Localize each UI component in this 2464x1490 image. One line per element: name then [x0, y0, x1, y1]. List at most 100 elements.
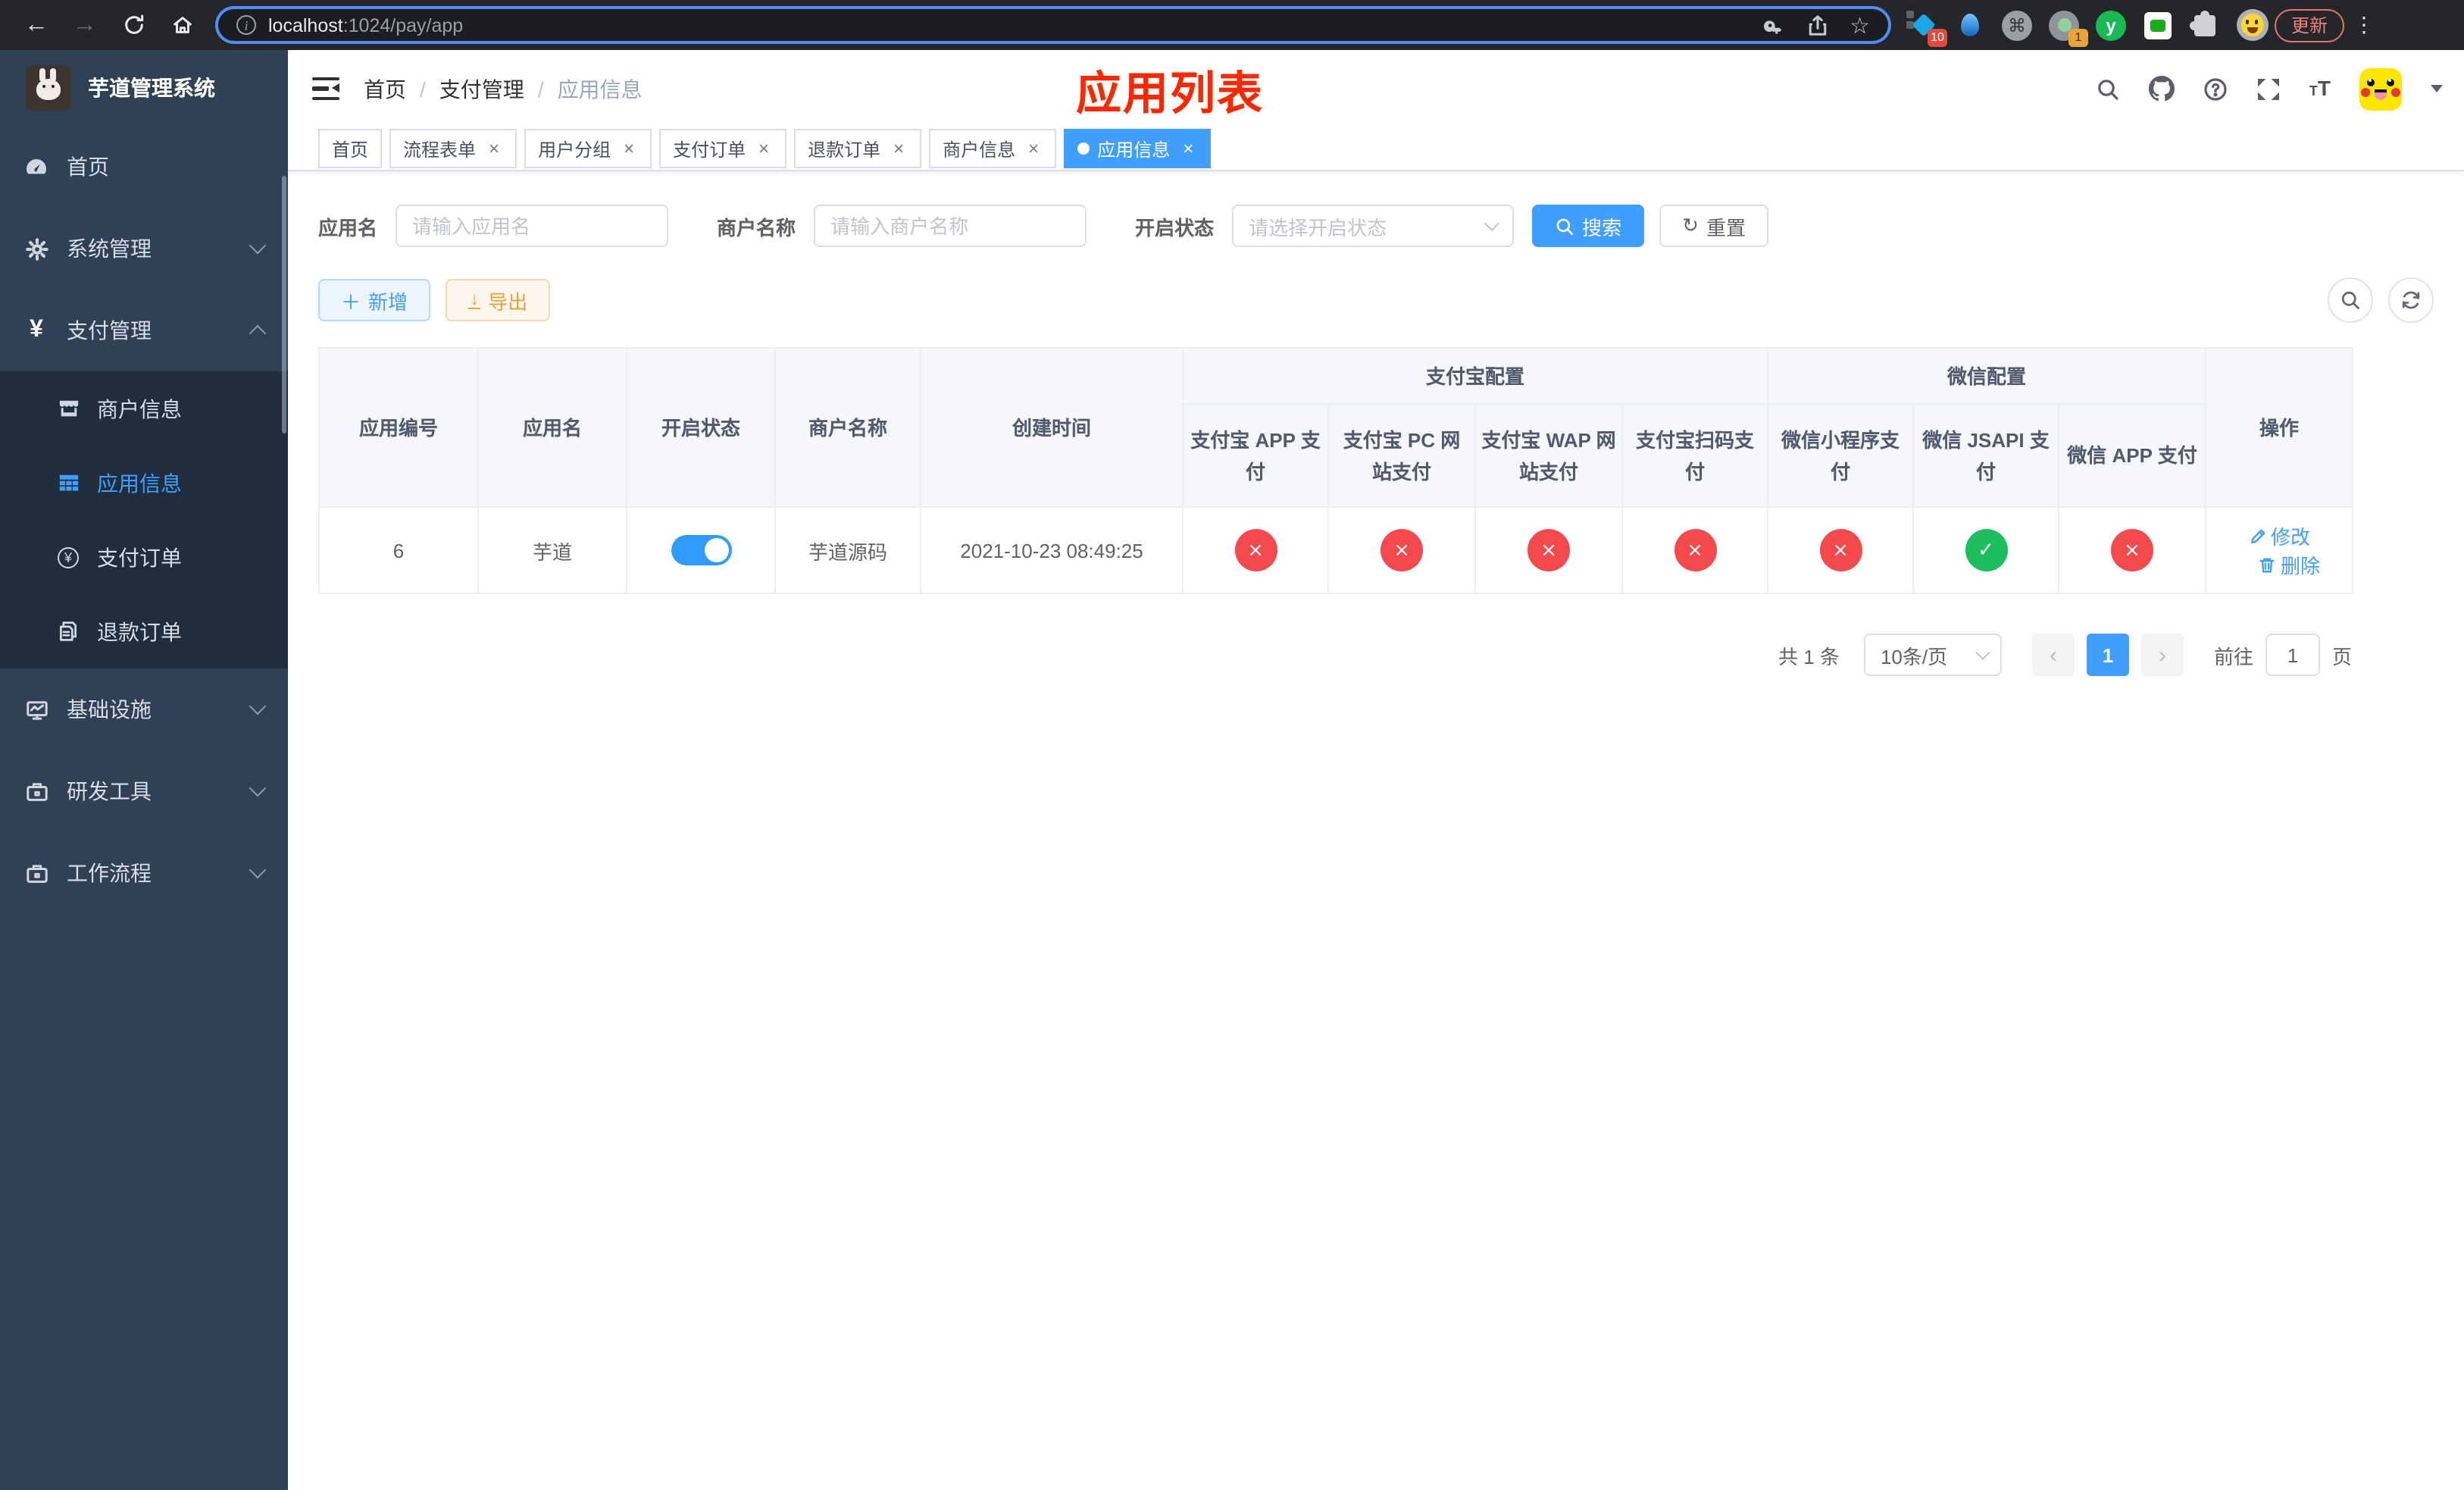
sidebar-item-pay-orders[interactable]: ¥ 支付订单 [0, 520, 288, 594]
fullscreen-icon[interactable] [2256, 77, 2281, 101]
main-area: 首页 / 支付管理 / 应用信息 应用列表 TT 首页 流程表单 × 用户分组 … [288, 50, 2464, 1490]
sidebar-item-workflow[interactable]: 工作流程 [0, 832, 288, 914]
tab-close-icon[interactable]: × [620, 138, 638, 159]
status-select[interactable]: 请选择开启状态 [1232, 205, 1515, 247]
page-number-button[interactable]: 1 [2086, 634, 2129, 676]
status-toggle[interactable] [671, 535, 731, 565]
search-button[interactable]: 搜索 [1532, 205, 1645, 247]
tab-home[interactable]: 首页 [318, 129, 383, 168]
font-size-icon[interactable]: TT [2309, 75, 2331, 102]
edit-link[interactable]: 修改 [2248, 521, 2310, 550]
chevron-down-icon [249, 779, 267, 797]
toggle-search-button[interactable] [2328, 277, 2373, 323]
extension-y-icon[interactable]: y [2094, 8, 2128, 42]
sidebar-item-system[interactable]: 系统管理 [0, 208, 288, 290]
tab-app-info[interactable]: 应用信息 × [1064, 129, 1212, 168]
page-size-select[interactable]: 10条/页 [1863, 634, 2002, 676]
browser-home-button[interactable] [162, 5, 202, 45]
sidebar-scrollbar[interactable] [282, 176, 286, 434]
delete-link[interactable]: 删除 [2258, 550, 2320, 579]
status-cross-icon: × [1819, 529, 1862, 571]
goto-page-input[interactable] [2265, 634, 2320, 676]
tab-close-icon[interactable]: × [755, 138, 773, 159]
password-key-icon[interactable] [1760, 13, 1784, 37]
extension-command-icon[interactable]: ⌘ [2000, 8, 2034, 42]
user-avatar[interactable] [2359, 67, 2402, 110]
export-button[interactable]: ↓ 导出 [446, 279, 551, 321]
col-header-wechat-app: 微信 APP 支付 [2058, 403, 2207, 508]
sidebar-item-home[interactable]: 首页 [0, 126, 288, 208]
status-select-placeholder: 请选择开启状态 [1249, 216, 1387, 239]
add-button[interactable]: ＋ 新增 [318, 279, 431, 321]
tab-merchant-info[interactable]: 商户信息 × [929, 129, 1057, 168]
tab-refund-orders[interactable]: 退款订单 × [794, 129, 922, 168]
cell-app-id: 6 [318, 506, 479, 594]
col-header-wechat-jsapi: 微信 JSAPI 支付 [1912, 403, 2060, 508]
address-bar[interactable]: i localhost:1024/pay/app ☆ [215, 6, 1891, 44]
cell-wechat-app: × [2058, 506, 2207, 594]
merchant-name-input[interactable] [814, 205, 1087, 247]
reset-button[interactable]: ↻ 重置 [1659, 205, 1768, 247]
tab-pay-orders[interactable]: 支付订单 × [659, 129, 787, 168]
col-header-app-name: 应用名 [477, 347, 627, 508]
app-name-input[interactable] [396, 205, 669, 247]
browser-profile-avatar[interactable] [2235, 8, 2269, 42]
tab-close-icon[interactable]: × [890, 138, 908, 159]
extension-recorder-icon[interactable]: 1 [2047, 8, 2088, 46]
refresh-table-button[interactable] [2388, 277, 2434, 323]
extension-badge: 10 [1928, 28, 1947, 46]
col-header-wechat-mini: 微信小程序支付 [1767, 403, 1915, 508]
chevron-up-icon [249, 324, 267, 343]
sidebar-item-label: 基础设施 [67, 697, 152, 722]
search-icon[interactable] [2096, 77, 2120, 101]
home-icon [173, 17, 191, 33]
sidebar-item-refund-orders[interactable]: 退款订单 [0, 594, 288, 668]
sidebar-collapse-icon[interactable] [312, 77, 339, 101]
top-navbar: 首页 / 支付管理 / 应用信息 应用列表 TT [288, 50, 2464, 127]
sidebar-item-payment[interactable]: ¥ 支付管理 [0, 290, 288, 371]
status-cross-icon: × [1234, 529, 1277, 571]
extension-tab-manager-icon[interactable]: 10 [1906, 8, 1947, 46]
sidebar-item-label: 商户信息 [97, 396, 182, 421]
tags-view-bar: 首页 流程表单 × 用户分组 × 支付订单 × 退款订单 × 商户信息 × 应用信息 × [288, 127, 2464, 171]
status-label: 开启状态 [1135, 216, 1215, 239]
next-page-button[interactable]: › [2140, 634, 2184, 676]
extension-chat-icon[interactable] [2141, 8, 2175, 42]
sidebar-submenu: 商户信息 应用信息 ¥ 支付订单 退款订单 [0, 371, 288, 668]
tab-process-form[interactable]: 流程表单 × [389, 129, 518, 168]
sidebar-item-merchant-info[interactable]: 商户信息 [0, 371, 288, 446]
breadcrumb-item[interactable]: 支付管理 [439, 74, 524, 104]
browser-reload-button[interactable] [114, 5, 153, 45]
extension-balloon-icon[interactable] [1953, 8, 1987, 42]
browser-forward-button[interactable]: → [65, 5, 105, 45]
sidebar-item-dev-tools[interactable]: 研发工具 [0, 750, 288, 832]
github-icon[interactable] [2148, 76, 2175, 102]
status-cross-icon: × [1527, 529, 1570, 571]
pagination-total: 共 1 条 [1778, 645, 1840, 668]
prev-page-button[interactable]: ‹ [2031, 634, 2075, 676]
chevron-down-icon [1975, 645, 1990, 660]
filter-form: 应用名 商户名称 开启状态 请选择开启状态 搜索 ↻ 重置 [318, 205, 2434, 247]
extension-badge: 1 [2068, 28, 2088, 46]
tab-close-icon[interactable]: × [485, 138, 503, 159]
help-icon[interactable] [2203, 77, 2228, 101]
extensions-puzzle-icon[interactable] [2188, 8, 2222, 42]
app-logo-row[interactable]: 芋道管理系统 [0, 50, 288, 126]
site-info-icon[interactable]: i [236, 15, 256, 35]
col-header-alipay-wap: 支付宝 WAP 网站支付 [1474, 403, 1623, 508]
browser-back-button[interactable]: ← [17, 5, 56, 45]
user-menu-caret-icon[interactable] [2431, 85, 2443, 99]
breadcrumb-item[interactable]: 首页 [364, 74, 406, 104]
grid-icon [56, 471, 80, 495]
tab-user-group[interactable]: 用户分组 × [524, 129, 652, 168]
browser-update-button[interactable]: 更新 [2275, 8, 2345, 42]
sidebar-item-infrastructure[interactable]: 基础设施 [0, 668, 288, 750]
tab-close-icon[interactable]: × [1024, 138, 1043, 159]
tab-close-icon[interactable]: × [1179, 138, 1197, 159]
share-icon[interactable] [1806, 13, 1828, 37]
table-toolbar: ＋ 新增 ↓ 导出 [318, 277, 2434, 323]
sidebar-item-app-info[interactable]: 应用信息 [0, 446, 288, 520]
browser-menu-icon[interactable]: ⋮ [2353, 12, 2375, 38]
cell-wechat-jsapi: ✓ [1912, 506, 2060, 594]
bookmark-star-icon[interactable]: ☆ [1850, 11, 1870, 39]
